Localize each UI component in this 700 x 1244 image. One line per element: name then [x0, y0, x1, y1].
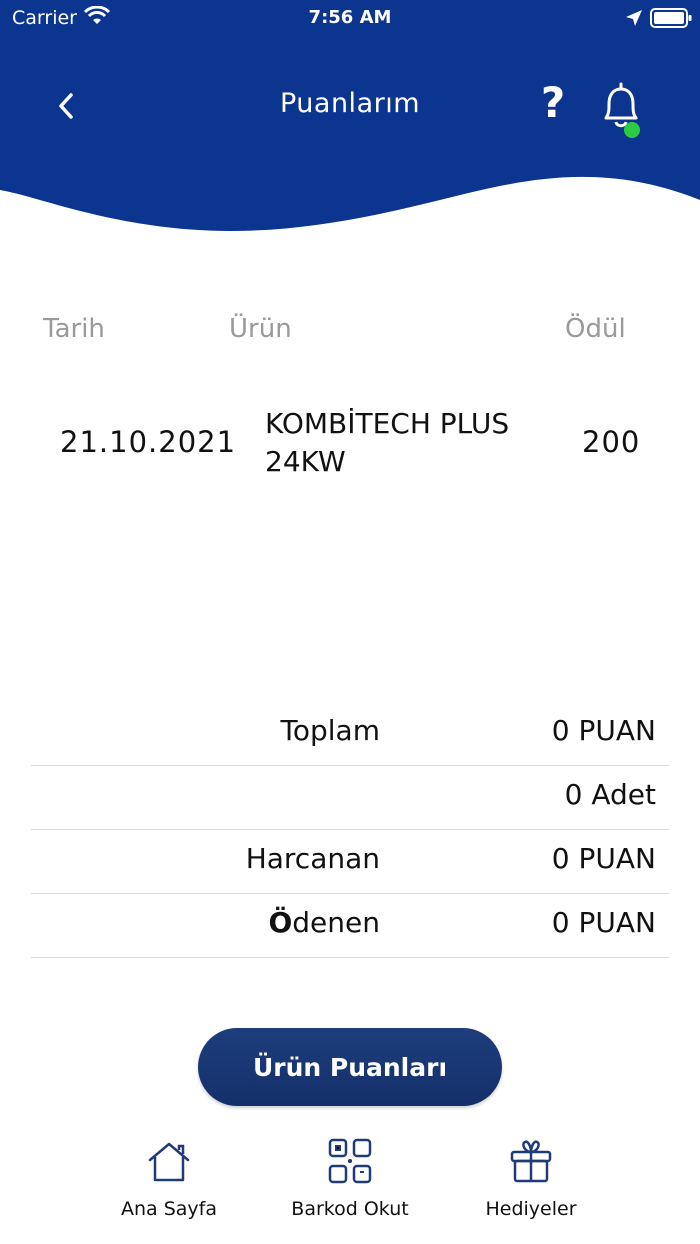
column-header-product: Ürün: [229, 314, 292, 344]
battery-icon: [650, 8, 692, 28]
summary-row-spent: Harcanan 0 PUAN: [31, 830, 669, 894]
gift-icon: [510, 1140, 552, 1183]
summary-value: 0 PUAN: [551, 714, 656, 747]
summary-value: 0 PUAN: [551, 842, 656, 875]
row-product: KOMBİTECH PLUS 24KW: [265, 407, 510, 478]
summary-label: Harcanan: [245, 842, 380, 875]
table-header: Tarih Ürün Ödül: [0, 314, 700, 350]
help-button[interactable]: ?: [533, 78, 573, 128]
tab-label: Barkod Okut: [291, 1198, 409, 1220]
status-time: 7:56 AM: [308, 7, 392, 28]
tab-label: Ana Sayfa: [120, 1198, 217, 1220]
column-header-reward: Ödül: [565, 314, 626, 344]
location-arrow-icon: [626, 10, 642, 26]
summary-label-rest: denen: [292, 906, 380, 939]
row-date: 21.10.2021: [60, 425, 237, 459]
summary-label-initial: Ö: [268, 906, 293, 939]
summary-label: Toplam: [280, 714, 380, 747]
summary-label: Ödenen: [268, 906, 380, 939]
page-title: Puanlarım: [279, 88, 421, 119]
summary-row-count: 0 Adet: [31, 766, 669, 830]
tab-home[interactable]: Ana Sayfa: [79, 1130, 259, 1230]
home-icon: [148, 1142, 190, 1182]
status-bar: Carrier 7:56 AM: [0, 0, 700, 36]
table-row: 21.10.2021 KOMBİTECH PLUS 24KW 200: [0, 405, 700, 485]
summary-row-total: Toplam 0 PUAN: [31, 702, 669, 766]
points-summary: Toplam 0 PUAN 0 Adet Harcanan 0 PUAN Öde…: [31, 702, 669, 958]
column-header-date: Tarih: [43, 314, 105, 344]
summary-value: 0 Adet: [564, 778, 656, 811]
row-reward: 200: [582, 425, 641, 459]
notification-badge: [624, 122, 640, 138]
product-points-button[interactable]: Ürün Puanları: [198, 1028, 502, 1106]
summary-value: 0 PUAN: [551, 906, 656, 939]
header: Carrier 7:56 AM Puanlarım ?: [0, 0, 700, 240]
summary-row-paid: Ödenen 0 PUAN: [31, 894, 669, 958]
qr-code-icon: [328, 1138, 372, 1184]
bottom-tab-bar: Ana Sayfa Barkod Okut Hediyeler: [0, 1130, 700, 1244]
tab-label: Hediyeler: [485, 1198, 577, 1220]
header-wave-background: [0, 0, 700, 231]
tab-scan-barcode[interactable]: Barkod Okut: [260, 1130, 440, 1230]
tab-gifts[interactable]: Hediyeler: [441, 1130, 621, 1230]
